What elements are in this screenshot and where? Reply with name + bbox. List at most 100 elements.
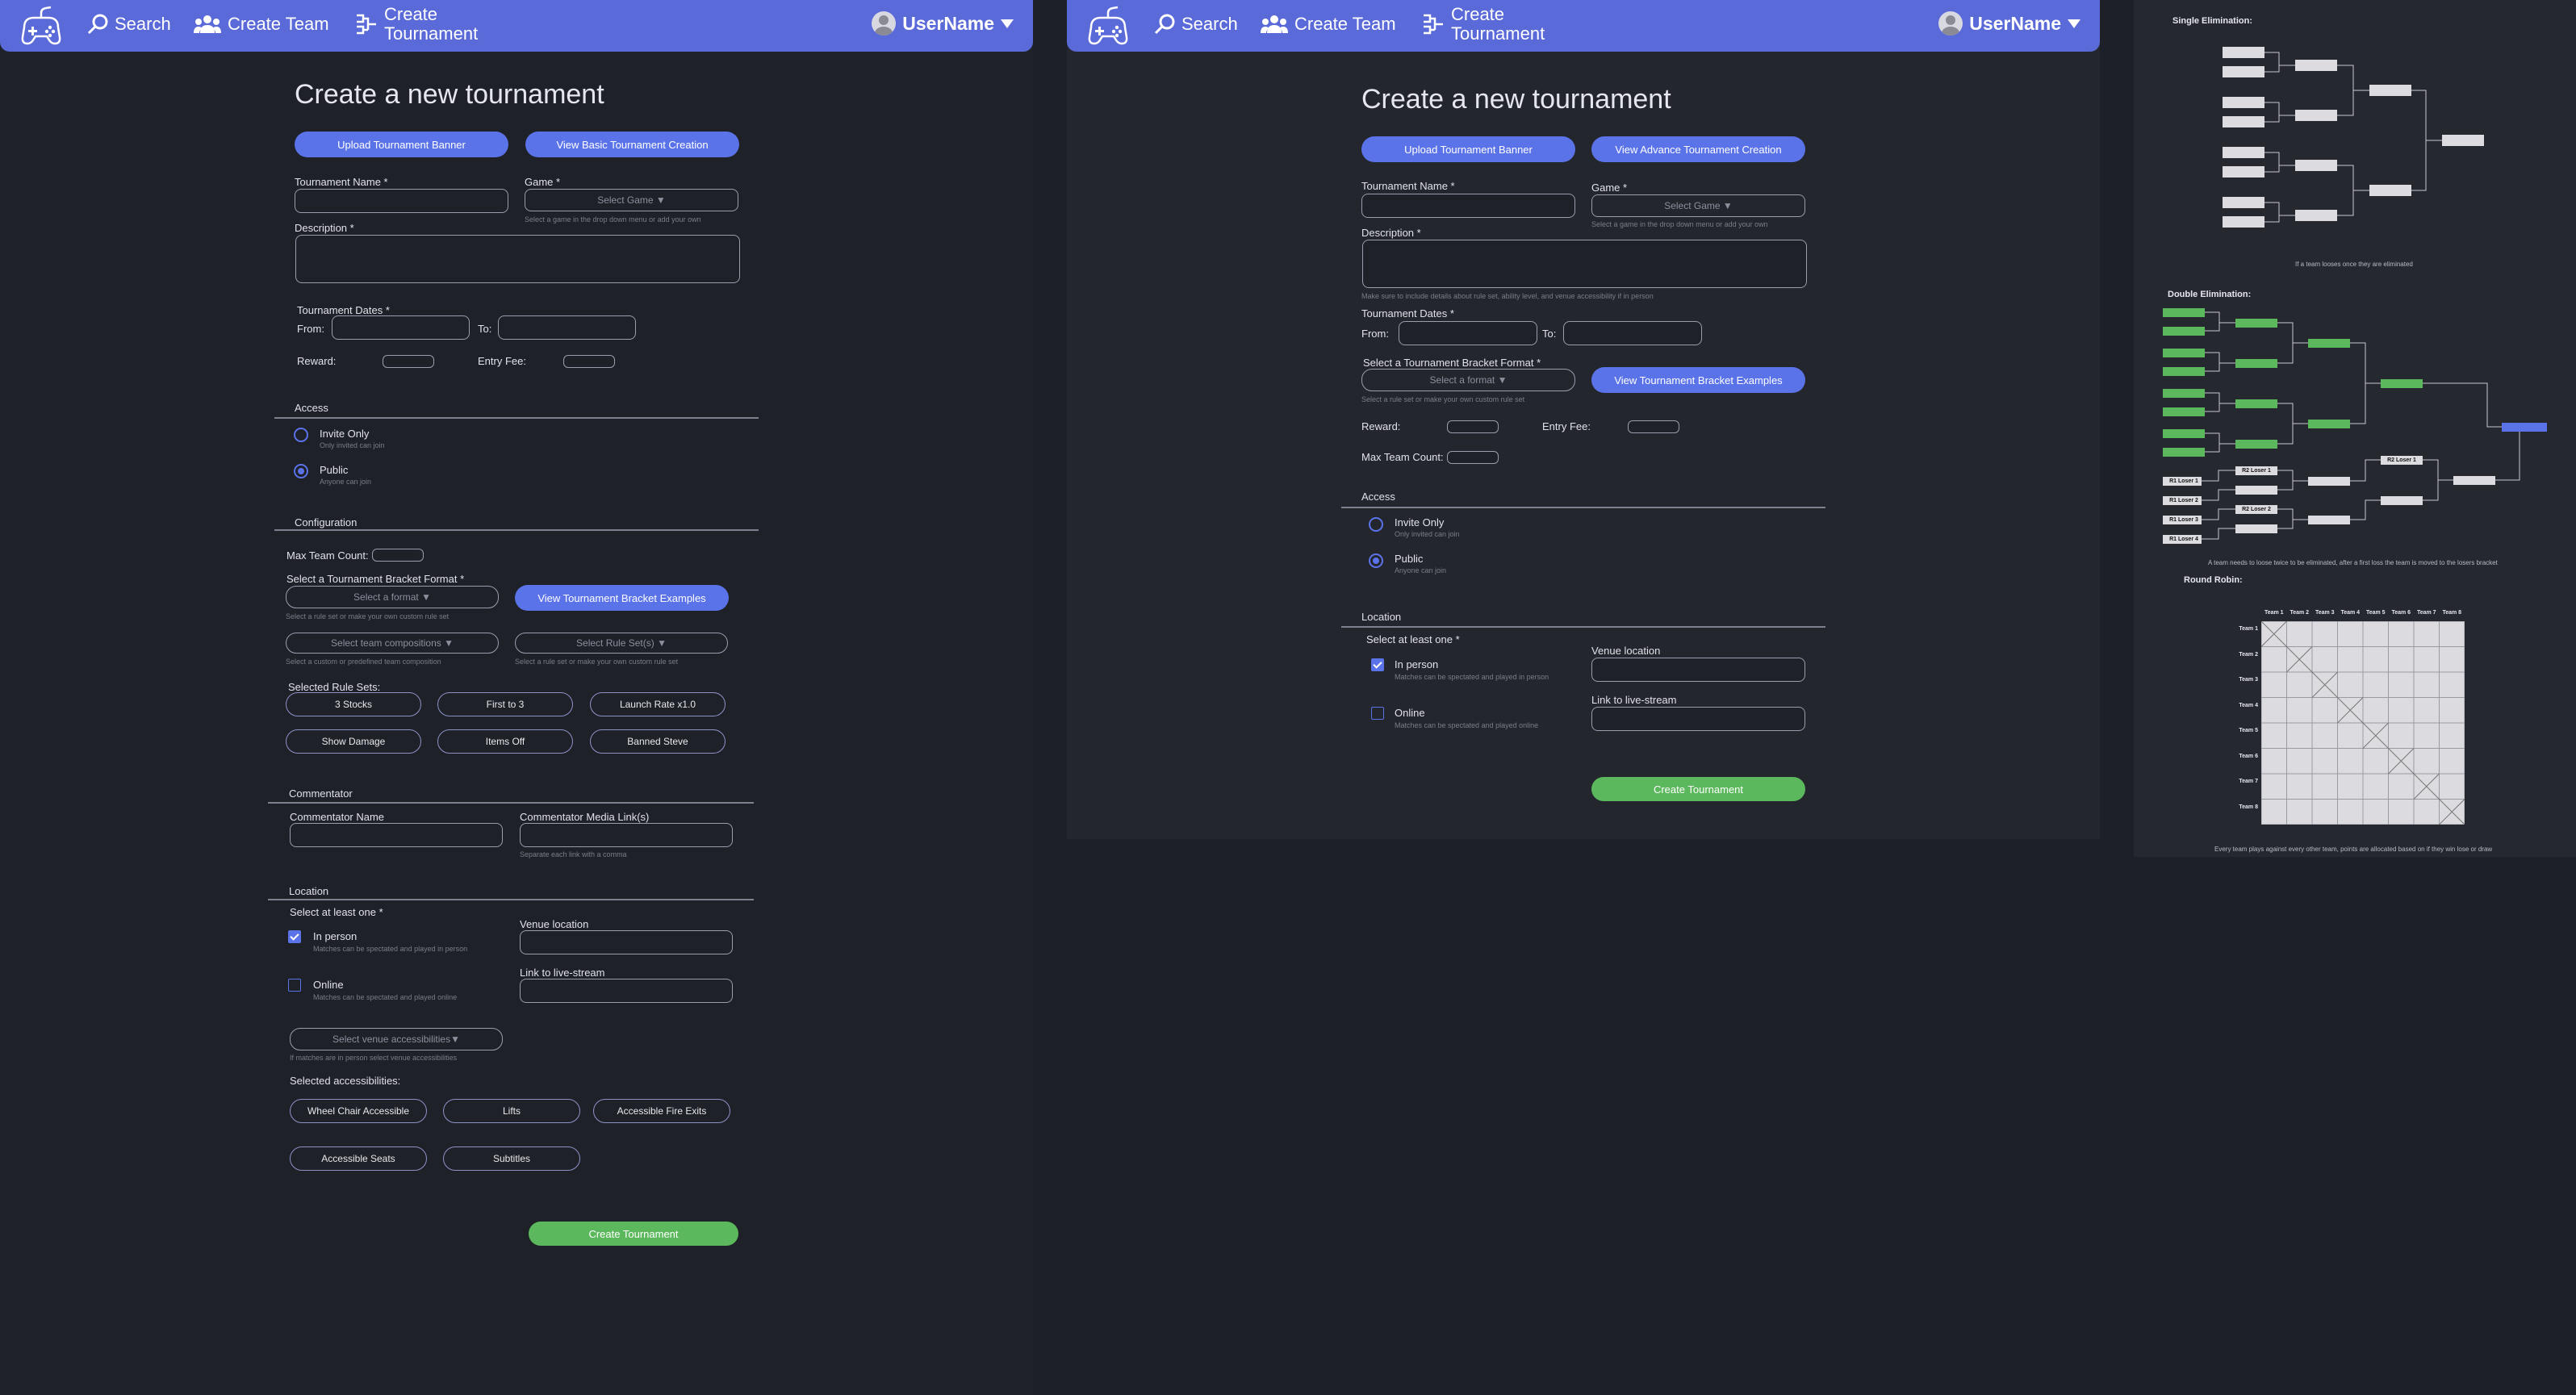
view-advanced-button[interactable]: View Advance Tournament Creation (1591, 136, 1805, 162)
bracket-examples-button[interactable]: View Tournament Bracket Examples (1591, 367, 1805, 393)
from-date-input[interactable] (1399, 321, 1537, 345)
round-robin-label: Round Robin: (2184, 575, 2243, 585)
upload-banner-button[interactable]: Upload Tournament Banner (295, 132, 508, 157)
page-title: Create a new tournament (1361, 84, 1671, 115)
public-radio[interactable] (1369, 553, 1383, 568)
tournament-name-input[interactable] (295, 189, 508, 213)
livestream-input[interactable] (1591, 707, 1805, 731)
entry-fee-label: Entry Fee: (478, 355, 526, 367)
bracket-format-select-text: Select a format (353, 591, 419, 603)
description-input[interactable] (1362, 240, 1807, 288)
nav-create-tournament[interactable]: Create Tournament (1422, 5, 1545, 44)
description-hint: Make sure to include details about rule … (1361, 292, 1654, 300)
commentator-links-hint: Separate each link with a comma (520, 850, 627, 858)
bracket-format-select[interactable]: Select a format ▼ (1361, 369, 1575, 391)
venue-input[interactable] (1591, 658, 1805, 682)
in-person-hint: Matches can be spectated and played in p… (313, 945, 468, 953)
select-one-label: Select at least one * (290, 906, 383, 918)
entry-fee-input[interactable] (563, 355, 615, 368)
public-radio[interactable] (294, 464, 308, 478)
view-basic-button[interactable]: View Basic Tournament Creation (525, 132, 739, 157)
bracket-format-label: Select a Tournament Bracket Format * (1363, 357, 1541, 369)
location-divider (268, 899, 754, 900)
rule-chip[interactable]: Launch Rate x1.0 (590, 692, 726, 716)
nav-create-team[interactable]: Create Team (1261, 14, 1396, 35)
advanced-creation-screen: Search Create Team Create Tournament User… (0, 0, 1033, 1395)
commentator-name-input[interactable] (290, 823, 503, 847)
nav-create-team-label: Create Team (1294, 14, 1396, 34)
invite-only-radio[interactable] (294, 428, 308, 442)
in-person-checkbox[interactable] (288, 930, 301, 943)
create-tournament-button[interactable]: Create Tournament (1591, 777, 1805, 801)
livestream-label: Link to live-stream (1591, 694, 1677, 706)
to-label: To: (478, 323, 492, 335)
online-checkbox[interactable] (1371, 707, 1384, 720)
accessibility-chip[interactable]: Accessible Fire Exits (593, 1099, 730, 1123)
search-icon (87, 14, 108, 35)
access-divider (1341, 507, 1825, 508)
gamepad-icon[interactable] (18, 3, 65, 48)
max-team-input[interactable] (372, 549, 424, 562)
create-tournament-button[interactable]: Create Tournament (529, 1222, 738, 1246)
loser-label: R2 Loser 2 (2242, 507, 2271, 512)
nav-search[interactable]: Search (1154, 14, 1238, 35)
livestream-input[interactable] (520, 979, 733, 1003)
game-select[interactable]: Select Game ▼ (1591, 194, 1805, 217)
accessibility-select[interactable]: Select venue accessibilities ▼ (290, 1028, 503, 1050)
entry-fee-input[interactable] (1628, 420, 1679, 433)
to-date-input[interactable] (1563, 321, 1702, 345)
rule-set-select-text: Select Rule Set(s) (576, 637, 654, 649)
accessibility-select-text: Select venue accessibilities (332, 1034, 451, 1045)
username: UserName (1969, 12, 2061, 34)
venue-input[interactable] (520, 930, 733, 954)
team-column-header: Team 4 (2340, 610, 2361, 616)
max-team-input[interactable] (1447, 451, 1499, 464)
round-robin-note: Every team plays against every other tea… (2214, 846, 2493, 853)
rule-set-select[interactable]: Select Rule Set(s) ▼ (515, 633, 728, 654)
accessibility-chip[interactable]: Accessible Seats (290, 1146, 427, 1171)
rule-chip[interactable]: Items Off (437, 729, 573, 754)
rule-chip[interactable]: 3 Stocks (286, 692, 421, 716)
nav-search[interactable]: Search (87, 14, 171, 35)
in-person-label: In person (313, 930, 358, 942)
in-person-checkbox[interactable] (1371, 658, 1384, 671)
bracket-examples-button[interactable]: View Tournament Bracket Examples (515, 585, 729, 611)
accessibility-chip[interactable]: Subtitles (443, 1146, 580, 1171)
game-hint: Select a game in the drop down menu or a… (525, 215, 701, 223)
reward-input[interactable] (383, 355, 434, 368)
team-column-header: Team 5 (2365, 610, 2386, 616)
gamepad-icon[interactable] (1085, 3, 1131, 48)
rule-chip[interactable]: Show Damage (286, 729, 421, 754)
game-select[interactable]: Select Game ▼ (525, 189, 738, 211)
self-match-cross (2261, 621, 2287, 647)
nav-create-tournament-line1: Create (1451, 4, 1505, 24)
upload-banner-button[interactable]: Upload Tournament Banner (1361, 136, 1575, 162)
reward-input[interactable] (1447, 420, 1499, 433)
user-menu[interactable]: UserName (872, 11, 1014, 36)
accessibility-chip[interactable]: Wheel Chair Accessible (290, 1099, 427, 1123)
navbar: Search Create Team Create Tournament User… (0, 0, 1033, 52)
rule-chip[interactable]: Banned Steve (590, 729, 726, 754)
rule-chip[interactable]: First to 3 (437, 692, 573, 716)
nav-create-tournament[interactable]: Create Tournament (355, 5, 478, 44)
nav-create-team[interactable]: Create Team (194, 14, 329, 35)
team-composition-select[interactable]: Select team compositions ▼ (286, 633, 499, 654)
invite-only-radio[interactable] (1369, 517, 1383, 532)
user-menu[interactable]: UserName (1938, 11, 2080, 36)
online-checkbox[interactable] (288, 979, 301, 992)
game-select-text: Select Game (1664, 200, 1721, 211)
tournament-name-input[interactable] (1361, 194, 1575, 218)
bracket-format-hint: Select a rule set or make your own custo… (1361, 395, 1525, 403)
commentator-links-input[interactable] (520, 823, 733, 847)
navbar: Search Create Team Create Tournament User… (1067, 0, 2100, 52)
team-column-header: Team 7 (2416, 610, 2436, 616)
loser-label: R1 Loser 3 (2169, 517, 2198, 523)
team-row-header: Team 3 (2239, 677, 2258, 683)
team-row-header: Team 2 (2239, 651, 2258, 658)
accessibility-chip[interactable]: Lifts (443, 1099, 580, 1123)
to-date-input[interactable] (498, 315, 636, 340)
from-date-input[interactable] (332, 315, 470, 340)
invite-only-hint: Only invited can join (1395, 530, 1460, 538)
bracket-format-select[interactable]: Select a format ▼ (286, 586, 499, 608)
description-input[interactable] (295, 235, 740, 283)
